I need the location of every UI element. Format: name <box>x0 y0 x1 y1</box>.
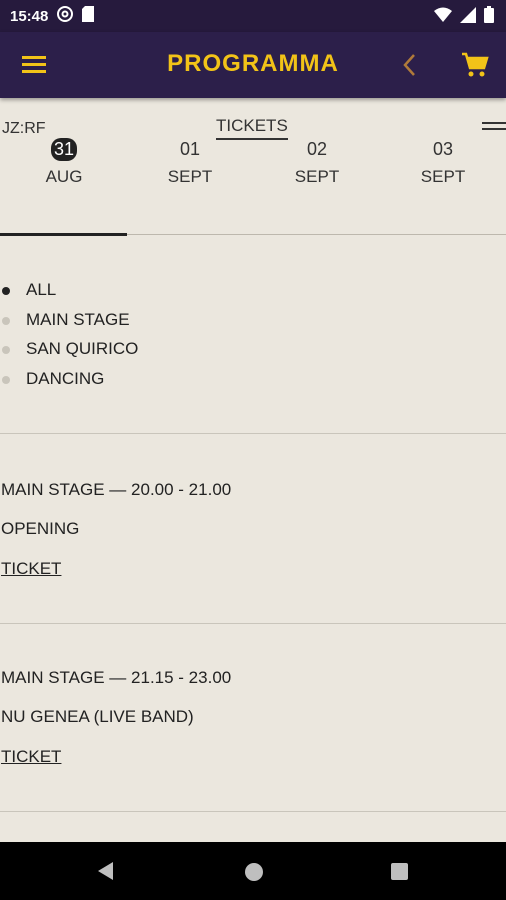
filter-bullet-icon <box>2 346 10 354</box>
ticket-link[interactable]: TICKET <box>1 559 61 579</box>
filter-label: ALL <box>26 280 57 299</box>
filter-bullet-icon <box>2 316 10 325</box>
event-name: OPENING <box>1 519 80 538</box>
status-bar: 15:48 <box>0 0 506 32</box>
sim-card-icon <box>82 6 95 26</box>
tickets-link[interactable]: TICKETS <box>216 116 288 140</box>
nav-home-icon[interactable] <box>245 863 263 881</box>
battery-icon <box>484 6 494 27</box>
date-month: SEPT <box>167 167 213 186</box>
date-day: 01 <box>179 139 201 159</box>
date-day: 02 <box>306 139 328 159</box>
filter-label: DANCING <box>26 368 105 388</box>
app-bar: PROGRAMMA <box>0 32 506 98</box>
divider <box>0 623 506 624</box>
date-month: SEPT <box>294 167 340 186</box>
date-month: SEPT <box>420 167 466 186</box>
date-tabs: 31 AUG 01 SEPT 02 SEPT 03 SEPT <box>0 138 506 198</box>
date-tab[interactable]: 31 AUG <box>24 138 104 187</box>
date-day: 03 <box>432 139 454 159</box>
date-tab[interactable]: 02 SEPT <box>277 138 357 187</box>
filter-label: SAN QUIRICO <box>26 339 139 358</box>
filter-bullet-icon <box>2 287 10 295</box>
divider <box>0 433 506 434</box>
system-nav-bar <box>0 842 506 900</box>
active-tab-indicator <box>0 233 127 236</box>
back-chevron-icon[interactable] <box>398 52 422 78</box>
page-title: PROGRAMMA <box>167 50 339 77</box>
event-meta: MAIN STAGE — 20.00 - 21.00 <box>1 480 232 499</box>
filter-san-quirico[interactable]: SAN QUIRICO <box>0 339 506 369</box>
filter-all[interactable]: ALL <box>0 280 506 310</box>
date-month: AUG <box>45 167 83 186</box>
nav-recents-icon[interactable] <box>391 863 408 880</box>
date-tab[interactable]: 01 SEPT <box>150 138 230 187</box>
cart-icon[interactable] <box>460 50 490 80</box>
filter-main-stage[interactable]: MAIN STAGE <box>0 310 506 340</box>
wifi-icon <box>434 7 452 27</box>
jz-label: JZ:RF <box>2 120 46 137</box>
signal-icon <box>460 6 476 27</box>
menu-lines-icon[interactable] <box>482 121 506 135</box>
nav-back-icon[interactable] <box>96 861 116 881</box>
event-meta: MAIN STAGE — 21.15 - 23.00 <box>1 668 232 687</box>
date-tab[interactable]: 03 SEPT <box>403 138 483 187</box>
filter-label: MAIN STAGE <box>26 309 130 329</box>
ticket-link[interactable]: TICKET <box>1 747 61 767</box>
stage-filter-list: ALL MAIN STAGE SAN QUIRICO DANCING <box>0 280 506 398</box>
date-day: 31 <box>50 138 78 161</box>
status-time: 15:48 <box>10 7 49 25</box>
event-name: NU GENEA (LIVE BAND) <box>1 707 194 726</box>
at-sign-icon <box>56 5 74 27</box>
divider <box>0 811 506 812</box>
filter-bullet-icon <box>2 375 10 384</box>
filter-dancing[interactable]: DANCING <box>0 369 506 399</box>
